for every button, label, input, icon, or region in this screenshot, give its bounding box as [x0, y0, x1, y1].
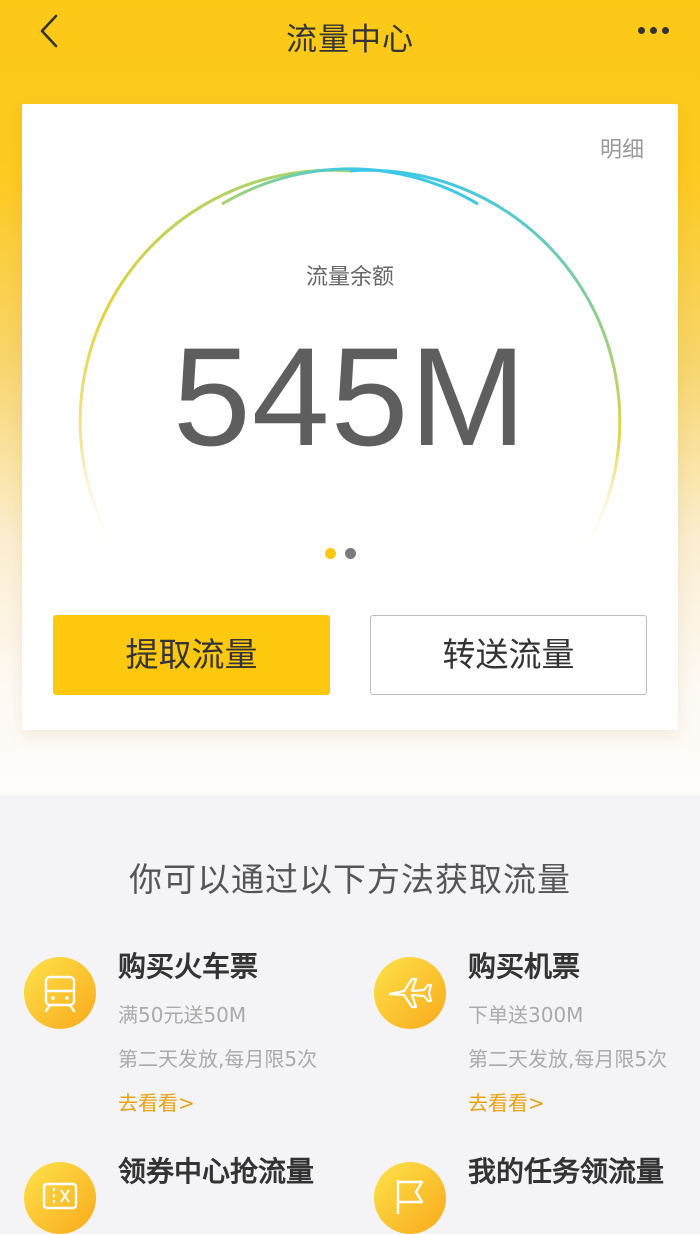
page-indicator: [325, 548, 365, 560]
methods-title: 你可以通过以下方法获取流量: [129, 860, 571, 899]
page-dot-2[interactable]: [345, 548, 356, 559]
method-title: 购买机票: [468, 950, 581, 983]
page-dot-1[interactable]: [325, 548, 336, 559]
method-reward: 下单送300M: [468, 1003, 584, 1027]
method-note: 第二天发放,每月限5次: [118, 1047, 318, 1071]
method-link[interactable]: 去看看>: [118, 1087, 195, 1116]
method-title: 购买火车票: [118, 950, 259, 983]
more-button[interactable]: [638, 22, 674, 42]
method-title: 我的任务领流量: [468, 1155, 665, 1188]
balance-label: 流量余额: [305, 265, 394, 290]
balance-card: 明细 流量余额 545M 提取流量 转送流量: [22, 104, 678, 730]
more-dots-icon: [638, 27, 645, 34]
balance-value: 545M: [172, 318, 528, 475]
coupon-icon: [42, 1182, 78, 1210]
nav-bar: 流量中心: [0, 0, 700, 66]
extract-data-button[interactable]: 提取流量: [53, 615, 330, 695]
transfer-data-button[interactable]: 转送流量: [370, 615, 647, 695]
airplane-icon: [388, 977, 433, 1009]
page-title: 流量中心: [286, 22, 414, 58]
method-title: 领券中心抢流量: [118, 1155, 315, 1188]
method-link[interactable]: 去看看>: [468, 1087, 545, 1116]
method-reward: 满50元送50M: [118, 1003, 247, 1027]
method-note: 第二天发放,每月限5次: [468, 1047, 668, 1071]
train-icon: [44, 975, 76, 1013]
flag-icon: [396, 1180, 424, 1214]
